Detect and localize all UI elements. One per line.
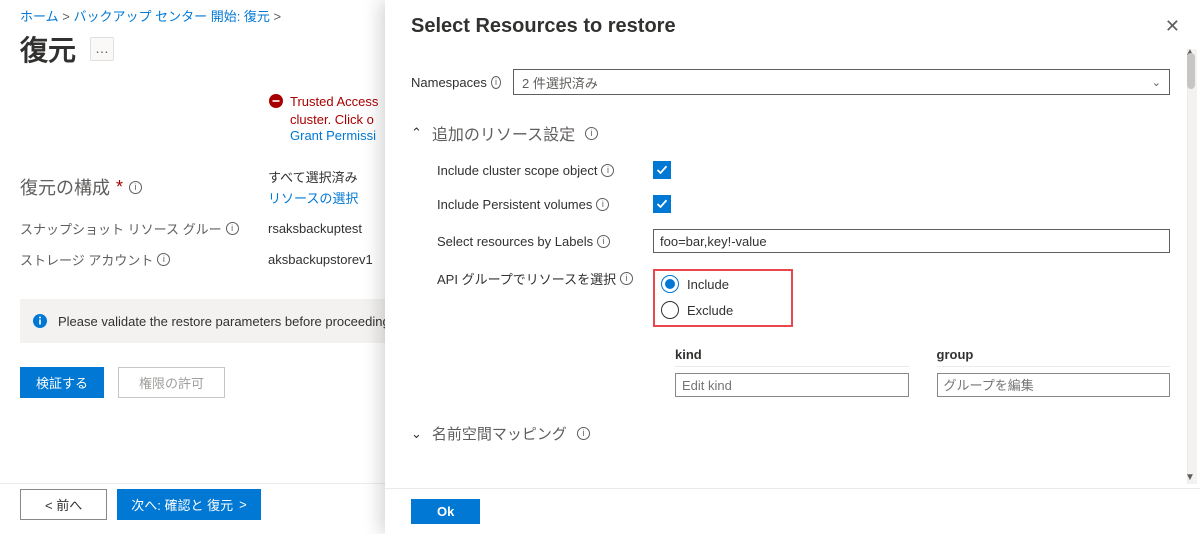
footer-divider [0, 483, 385, 484]
include-cluster-checkbox[interactable] [653, 161, 671, 179]
include-cluster-label: Include cluster scope object [437, 163, 597, 178]
info-icon[interactable]: i [601, 164, 614, 177]
include-pv-checkbox[interactable] [653, 195, 671, 213]
chevron-left-icon: < [45, 498, 53, 513]
namespaces-dropdown[interactable]: 2 件選択済み ⌄ [513, 69, 1170, 95]
radio-include[interactable]: Include [661, 275, 733, 293]
more-actions-button[interactable]: … [90, 37, 114, 61]
storage-account-label: ストレージ アカウント [20, 250, 153, 269]
kind-column-header: kind [675, 347, 909, 367]
radio-icon [661, 301, 679, 319]
breadcrumb-sep-2: > [274, 9, 282, 24]
check-icon [656, 198, 668, 210]
previous-button-label: 前へ [56, 498, 82, 513]
ok-button[interactable]: Ok [411, 499, 480, 524]
include-pv-label: Include Persistent volumes [437, 197, 592, 212]
grant-permission-button: 権限の許可 [118, 367, 225, 398]
all-selected-text: すべて選択済み [268, 167, 358, 186]
chevron-down-icon[interactable]: ⌄ [411, 426, 422, 442]
api-group-label: API グループでリソースを選択 [437, 269, 616, 288]
info-icon[interactable]: i [577, 427, 590, 440]
storage-account-value: aksbackupstorev1 [268, 252, 373, 267]
warning-line1: Trusted Access [290, 93, 378, 111]
scrollbar-track[interactable]: ▲ ▼ [1187, 49, 1197, 484]
check-icon [656, 164, 668, 176]
validation-info-text: Please validate the restore parameters b… [58, 314, 390, 329]
next-button[interactable]: 次へ: 確認と 復元 > [117, 489, 260, 520]
api-group-radio-group: Include Exclude [653, 269, 793, 327]
additional-resources-header[interactable]: 追加のリソース設定 [432, 121, 575, 145]
info-icon [32, 313, 48, 329]
info-icon[interactable]: i [157, 253, 170, 266]
radio-exclude-label: Exclude [687, 303, 733, 318]
info-icon[interactable]: i [129, 181, 142, 194]
select-by-labels-label: Select resources by Labels [437, 234, 593, 249]
select-resources-link[interactable]: リソースの選択 [268, 188, 358, 207]
group-input[interactable] [937, 373, 1171, 397]
info-icon[interactable]: i [597, 235, 610, 248]
page-title: 復元 [20, 29, 76, 69]
info-icon[interactable]: i [585, 127, 598, 140]
info-icon[interactable]: i [491, 76, 501, 89]
radio-icon-selected [661, 275, 679, 293]
info-icon[interactable]: i [226, 222, 239, 235]
validate-button[interactable]: 検証する [20, 367, 104, 398]
namespaces-label: Namespaces [411, 75, 487, 90]
breadcrumb-center[interactable]: バックアップ センター 開始: 復元 [73, 9, 269, 24]
required-asterisk: * [116, 177, 123, 198]
namespace-mapping-header[interactable]: 名前空間マッピング [432, 423, 567, 444]
radio-exclude[interactable]: Exclude [661, 301, 733, 319]
close-icon[interactable]: ✕ [1161, 12, 1184, 41]
chevron-down-icon: ⌄ [1152, 76, 1161, 89]
labels-input[interactable] [653, 229, 1170, 253]
snapshot-rg-value: rsaksbackuptest [268, 221, 362, 236]
breadcrumb-home[interactable]: ホーム [20, 9, 59, 24]
scrollbar-thumb[interactable] [1187, 53, 1195, 89]
restore-config-label: 復元の構成 [20, 174, 110, 200]
kind-input[interactable] [675, 373, 909, 397]
previous-button[interactable]: < 前へ [20, 489, 107, 520]
next-button-label: 次へ: 確認と 復元 [131, 495, 233, 514]
scroll-down-icon[interactable]: ▼ [1183, 472, 1197, 486]
warning-line2: cluster. Click o [290, 111, 378, 129]
chevron-right-icon: > [239, 497, 247, 512]
chevron-up-icon[interactable]: ⌃ [411, 125, 422, 141]
info-icon[interactable]: i [596, 198, 609, 211]
radio-include-label: Include [687, 277, 729, 292]
group-column-header: group [937, 347, 1171, 367]
error-icon [268, 93, 284, 112]
namespaces-value: 2 件選択済み [522, 73, 598, 92]
panel-title: Select Resources to restore [411, 15, 1161, 38]
select-resources-panel: Select Resources to restore ✕ ▲ ▼ Namesp… [385, 0, 1200, 534]
snapshot-rg-label: スナップショット リソース グルー [20, 219, 222, 238]
info-icon[interactable]: i [620, 272, 633, 285]
breadcrumb-sep: > [62, 9, 70, 24]
grant-permission-link[interactable]: Grant Permissi [290, 128, 376, 143]
